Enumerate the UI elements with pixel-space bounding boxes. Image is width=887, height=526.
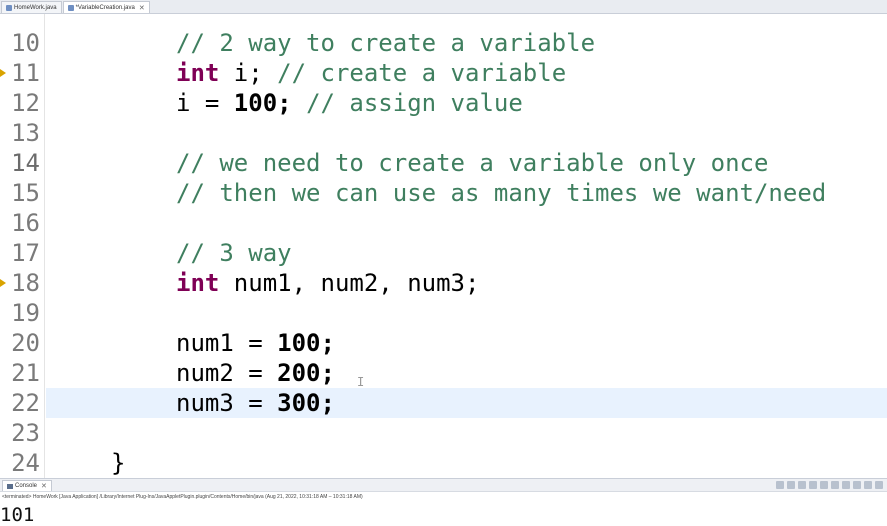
- editor-tab[interactable]: *VariableCreation.java ✕: [62, 1, 150, 13]
- code-line[interactable]: num2 = 200;: [176, 358, 335, 388]
- console-header: Console ✕: [0, 478, 887, 492]
- editor-tab-bar: HomeWork.java *VariableCreation.java ✕: [0, 0, 887, 14]
- code-line[interactable]: // 3 way: [176, 238, 292, 268]
- text-cursor-icon: I: [357, 375, 365, 389]
- code-comment: // create a variable: [277, 59, 567, 87]
- code-token: ;: [320, 329, 335, 357]
- line-number: 15: [11, 179, 40, 207]
- code-token: 100: [233, 89, 278, 117]
- scroll-lock-icon[interactable]: [809, 481, 817, 489]
- display-console-icon[interactable]: [842, 481, 850, 489]
- code-line[interactable]: num3 = 300;: [176, 388, 335, 418]
- line-number: 11: [11, 59, 40, 87]
- line-number: 24: [11, 449, 40, 477]
- console-status: <terminated> HomeWork [Java Application]…: [2, 494, 363, 500]
- editor-tab[interactable]: HomeWork.java: [1, 1, 62, 13]
- code-token: ;: [277, 89, 307, 117]
- line-number: 23: [11, 419, 40, 447]
- minimize-icon[interactable]: [864, 481, 872, 489]
- code-comment: // we need to create a variable only onc…: [176, 149, 769, 177]
- code-token: num2 =: [176, 359, 278, 387]
- pin-console-icon[interactable]: [831, 481, 839, 489]
- code-line[interactable]: // we need to create a variable only onc…: [176, 148, 768, 178]
- code-keyword: int: [176, 59, 220, 87]
- word-wrap-icon[interactable]: [820, 481, 828, 489]
- code-comment: // 3 way: [176, 239, 292, 267]
- line-number: 18: [11, 269, 40, 297]
- code-line[interactable]: // then we can use as many times we want…: [176, 178, 826, 208]
- code-line[interactable]: i = 100; // assign value: [176, 88, 523, 118]
- code-token: num1 =: [176, 329, 278, 357]
- line-number: 10: [11, 29, 40, 57]
- remove-launch-icon[interactable]: [787, 481, 795, 489]
- code-token: num3 =: [176, 389, 278, 417]
- line-number: 19: [11, 299, 40, 327]
- code-keyword: int: [176, 269, 220, 297]
- code-token: 300: [277, 389, 321, 417]
- code-token: ;: [320, 359, 335, 387]
- code-editor[interactable]: 10 11 12 13 14 15 16 17 18 19 20 21 22 23 24 // 2 way …: [0, 14, 887, 478]
- code-token: 100: [277, 329, 321, 357]
- code-token: }: [111, 449, 126, 477]
- line-number: 20: [11, 329, 40, 357]
- line-number: 14: [11, 149, 40, 177]
- clear-console-icon[interactable]: [798, 481, 806, 489]
- line-number: 17: [11, 239, 40, 267]
- code-comment: // 2 way to create a variable: [176, 29, 596, 57]
- line-number: 16: [11, 209, 40, 237]
- code-line[interactable]: // 2 way to create a variable: [176, 28, 595, 58]
- code-comment: // then we can use as many times we want…: [176, 179, 827, 207]
- line-number: 22: [11, 389, 40, 417]
- line-number-gutter: 10 11 12 13 14 15 16 17 18 19 20 21 22 23 24: [0, 14, 45, 478]
- code-line[interactable]: num1 = 100;: [176, 328, 335, 358]
- java-file-icon: [6, 4, 12, 11]
- line-number: 12: [11, 89, 40, 117]
- console-output: 101: [0, 504, 35, 526]
- warning-marker-icon[interactable]: [0, 69, 6, 77]
- warning-marker-icon[interactable]: [0, 279, 6, 287]
- code-token: i;: [219, 59, 278, 87]
- java-file-icon: [67, 4, 74, 11]
- current-line-highlight: [46, 388, 887, 418]
- terminate-icon[interactable]: [776, 481, 784, 489]
- editor-tab-label: HomeWork.java: [14, 4, 57, 11]
- code-token: 200: [277, 359, 321, 387]
- console-tab[interactable]: Console ✕: [2, 480, 52, 491]
- line-number: 13: [11, 119, 40, 147]
- line-number: 21: [11, 359, 40, 387]
- code-line[interactable]: }: [111, 448, 125, 478]
- console-toolbar: [776, 481, 883, 489]
- close-icon[interactable]: ✕: [139, 4, 145, 12]
- code-line[interactable]: int i; // create a variable: [176, 58, 566, 88]
- editor-tab-label: *VariableCreation.java: [75, 4, 135, 11]
- code-token: i =: [176, 89, 234, 117]
- code-token: num1, num2, num3;: [219, 269, 480, 297]
- close-icon[interactable]: ✕: [41, 482, 47, 490]
- code-line[interactable]: int num1, num2, num3;: [176, 268, 479, 298]
- code-comment: // assign value: [306, 89, 523, 117]
- code-token: ;: [320, 389, 335, 417]
- open-console-icon[interactable]: [853, 481, 861, 489]
- console-tab-label: Console: [15, 483, 38, 489]
- maximize-icon[interactable]: [875, 481, 883, 489]
- console-icon: [7, 483, 13, 489]
